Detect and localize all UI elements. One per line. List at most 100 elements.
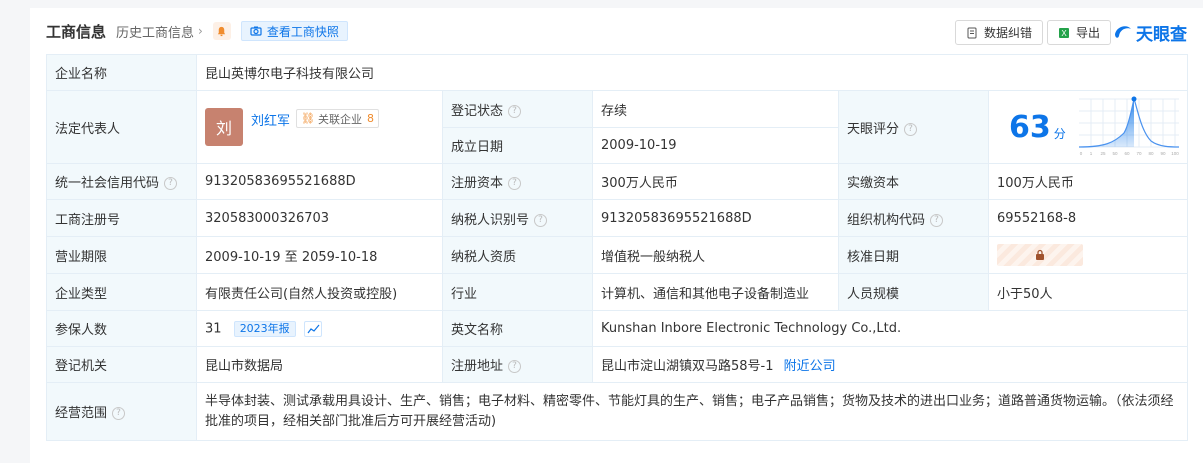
legal-rep-label: 法定代表人 [46, 90, 197, 164]
term-label: 营业期限 [46, 236, 197, 274]
table-row: 参保人数 31 2023年报 英文名称 Kunshan Inbore Elect… [46, 310, 1188, 347]
axis-tick-label: 1 [1090, 151, 1093, 156]
reg-no-value: 320583000326703 [196, 199, 443, 237]
table-row: 企业名称 昆山英博尔电子科技有限公司 [46, 54, 1188, 91]
help-icon[interactable]: ? [508, 360, 522, 373]
svg-text:X: X [1061, 29, 1067, 38]
staff-size-value: 小于50人 [988, 273, 1188, 311]
org-code-value: 69552168-8 [988, 199, 1188, 237]
company-name-value: 昆山英博尔电子科技有限公司 [196, 54, 1188, 91]
section-header: 工商信息 历史工商信息 › 查看工商快照 数据纠错 X 导出 天眼查 [46, 18, 1203, 46]
taxpayer-id-value: 91320583695521688D [592, 199, 839, 237]
business-info-panel: 工商信息 历史工商信息 › 查看工商快照 数据纠错 X 导出 天眼查 企业名称 昆… [30, 8, 1203, 463]
taxpayer-qual-value: 增值税一般纳税人 [592, 236, 839, 274]
founded-value: 2009-10-19 [592, 127, 839, 164]
paid-capital-value: 100万人民币 [988, 163, 1188, 200]
camera-icon [250, 26, 262, 36]
lock-icon [1036, 249, 1044, 260]
reg-capital-label: 注册资本? [442, 163, 593, 200]
table-row: 营业期限 2009-10-19 至 2059-10-18 纳税人资质 增值税一般… [46, 236, 1188, 274]
address-cell: 昆山市淀山湖镇双马路58号-1 附近公司 [592, 346, 1188, 383]
staff-size-label: 人员规模 [838, 273, 989, 311]
legal-rep-name-link[interactable]: 刘红军 [251, 110, 290, 129]
address-label: 注册地址? [442, 346, 593, 383]
paid-capital-label: 实缴资本 [838, 163, 989, 200]
table-row: 法定代表人 刘 刘红军 ⛓ 关联企业 8 登记状态? 存续 天眼评分? 63 分… [46, 90, 1188, 164]
company-name-label: 企业名称 [46, 54, 197, 91]
reg-capital-value: 300万人民币 [592, 163, 839, 200]
axis-tick-label: 90 [1160, 151, 1166, 156]
reg-status-value: 存续 [592, 90, 839, 128]
related-companies-badge[interactable]: ⛓ 关联企业 8 [296, 109, 379, 128]
tianyancha-logo: 天眼查 [1112, 18, 1187, 46]
credit-code-value: 91320583695521688D [196, 163, 443, 200]
axis-tick-label: 80 [1148, 151, 1154, 156]
table-row: 登记机关 昆山市数据局 注册地址? 昆山市淀山湖镇双马路58号-1 附近公司 [46, 346, 1188, 383]
table-row: 企业类型 有限责任公司(自然人投资或控股) 行业 计算机、通信和其他电子设备制造… [46, 273, 1188, 311]
insured-label: 参保人数 [46, 310, 197, 347]
correction-button[interactable]: 数据纠错 [954, 20, 1043, 45]
score-distribution-chart: 0 1 25 50 60 70 80 90 100 [1079, 96, 1179, 156]
related-icon: ⛓ [301, 112, 315, 125]
table-row: 统一社会信用代码? 91320583695521688D 注册资本? 300万人… [46, 163, 1188, 200]
score-cell[interactable]: 63 分 0 1 25 50 60 70 80 90 100 [988, 90, 1188, 164]
help-icon[interactable]: ? [930, 213, 944, 227]
company-type-value: 有限责任公司(自然人投资或控股) [196, 273, 443, 311]
scope-value: 半导体封装、测试承载用具设计、生产、销售；电子材料、精密零件、节能灯具的生产、销… [196, 382, 1188, 441]
industry-value: 计算机、通信和其他电子设备制造业 [592, 273, 839, 311]
avatar[interactable]: 刘 [205, 108, 243, 146]
address-value: 昆山市淀山湖镇双马路58号-1 [601, 359, 774, 374]
credit-code-label: 统一社会信用代码? [46, 163, 197, 200]
document-edit-icon [967, 27, 977, 38]
export-button[interactable]: X 导出 [1046, 20, 1111, 45]
help-icon[interactable]: ? [904, 122, 918, 136]
nearby-companies-link[interactable]: 附近公司 [784, 359, 836, 374]
reg-no-label: 工商注册号 [46, 199, 197, 237]
axis-tick-label: 60 [1124, 151, 1130, 156]
table-row: 经营范围? 半导体封装、测试承载用具设计、生产、销售；电子材料、精密零件、节能灯… [46, 382, 1188, 441]
reg-status-label: 登记状态? [442, 90, 593, 128]
taxpayer-id-label: 纳税人识别号? [442, 199, 593, 237]
axis-tick-label: 25 [1100, 151, 1106, 156]
score-value: 63 [1009, 109, 1051, 145]
company-type-label: 企业类型 [46, 273, 197, 311]
org-code-label: 组织机构代码? [838, 199, 989, 237]
taxpayer-qual-label: 纳税人资质 [442, 236, 593, 274]
english-name-label: 英文名称 [442, 310, 593, 347]
bell-icon[interactable] [212, 22, 231, 40]
section-title: 工商信息 [46, 22, 107, 41]
english-name-value: Kunshan Inbore Electronic Technology Co.… [592, 310, 1188, 347]
score-unit: 分 [1053, 126, 1066, 141]
business-info-table: 企业名称 昆山英博尔电子科技有限公司 法定代表人 刘 刘红军 ⛓ 关联企业 8 … [46, 54, 1188, 441]
legal-rep-cell: 刘 刘红军 ⛓ 关联企业 8 [196, 90, 443, 164]
industry-label: 行业 [442, 273, 593, 311]
score-label: 天眼评分? [838, 90, 989, 164]
insured-cell: 31 2023年报 [196, 310, 443, 347]
help-icon[interactable]: ? [508, 104, 522, 118]
founded-label: 成立日期 [442, 127, 593, 164]
chevron-right-icon: › [198, 24, 203, 38]
trend-chart-icon[interactable] [303, 320, 322, 337]
axis-tick-label: 50 [1112, 151, 1118, 156]
help-icon[interactable]: ? [112, 407, 126, 420]
insured-value: 31 [205, 321, 222, 336]
excel-icon: X [1058, 27, 1069, 38]
annual-report-tag[interactable]: 2023年报 [233, 320, 296, 337]
scope-label: 经营范围? [46, 382, 197, 441]
axis-tick-label: 0 [1080, 151, 1083, 156]
term-value: 2009-10-19 至 2059-10-18 [196, 236, 443, 274]
authority-value: 昆山市数据局 [196, 346, 443, 383]
locked-value[interactable] [997, 244, 1083, 266]
approval-date-label: 核准日期 [838, 236, 989, 274]
axis-tick-label: 100 [1171, 151, 1179, 156]
help-icon[interactable]: ? [534, 213, 548, 227]
axis-tick-label: 70 [1136, 151, 1142, 156]
snapshot-button[interactable]: 查看工商快照 [240, 21, 348, 41]
help-icon[interactable]: ? [164, 177, 178, 190]
history-link[interactable]: 历史工商信息 › [116, 22, 203, 41]
logo-eye-icon [1115, 26, 1131, 38]
help-icon[interactable]: ? [508, 177, 522, 190]
authority-label: 登记机关 [46, 346, 197, 383]
table-row: 工商注册号 320583000326703 纳税人识别号? 9132058369… [46, 199, 1188, 237]
approval-date-cell [988, 236, 1188, 274]
